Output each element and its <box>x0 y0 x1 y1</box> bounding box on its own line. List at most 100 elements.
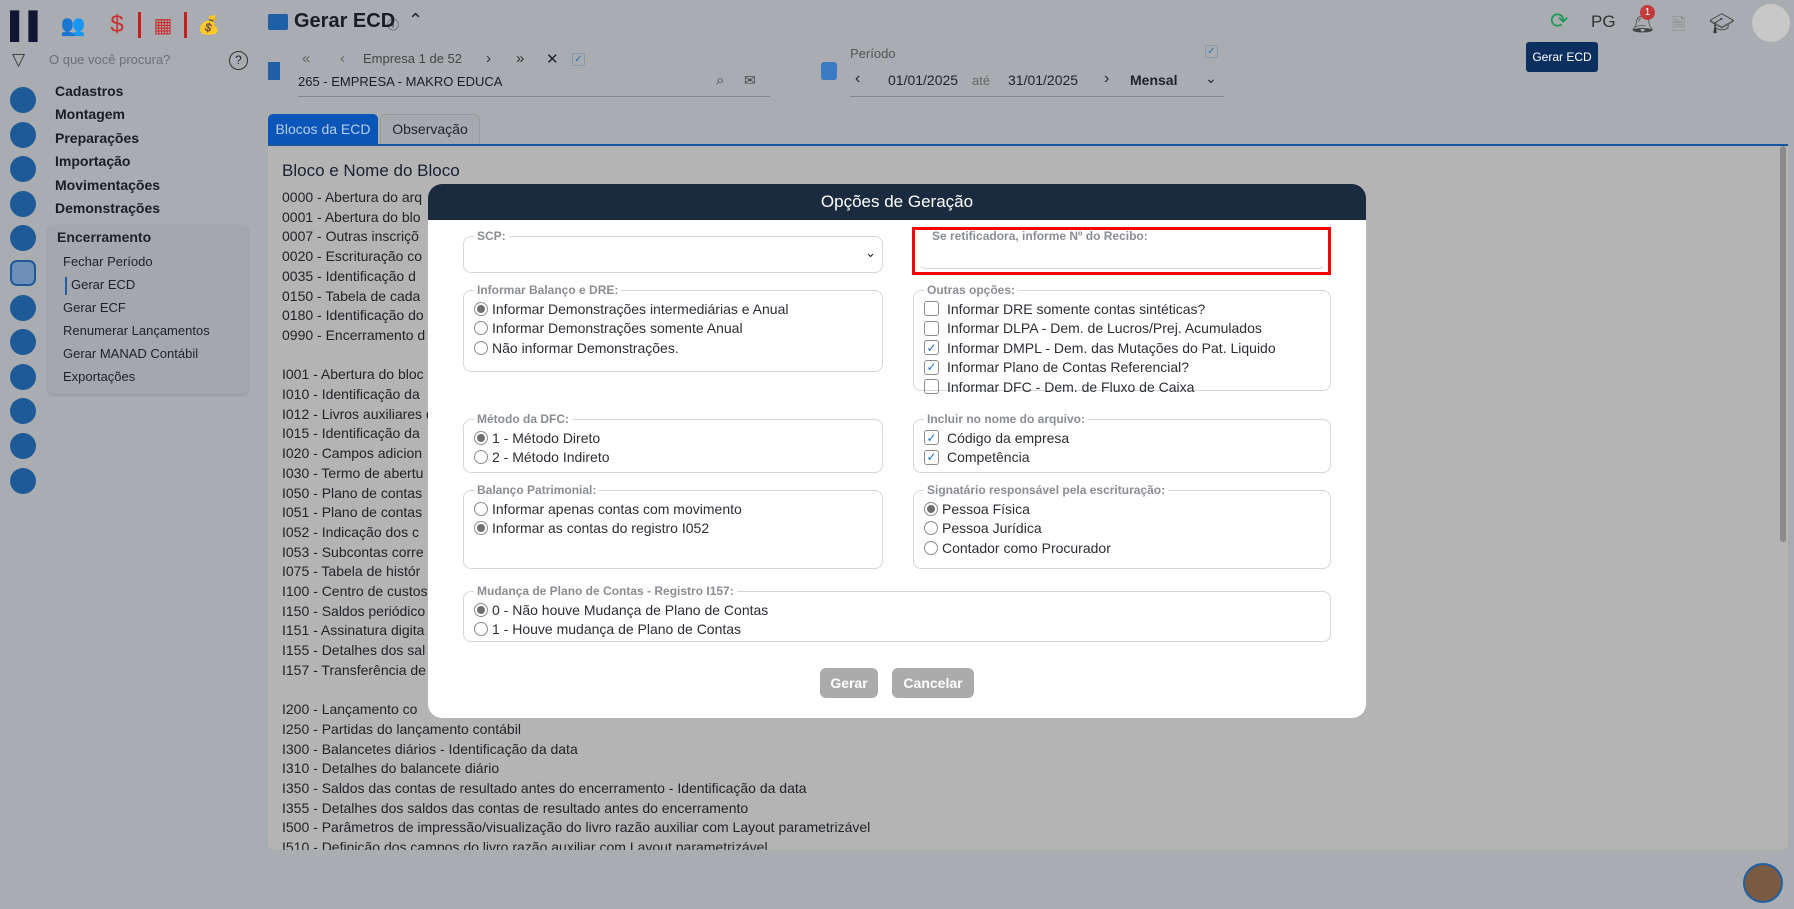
mudanca-option[interactable]: 0 - Não houve Mudança de Plano de Contas <box>474 600 1320 620</box>
network-icon[interactable] <box>10 329 36 356</box>
empresa-next-button[interactable]: › <box>486 50 491 67</box>
handshake-icon[interactable] <box>10 121 36 148</box>
checkbox-checked[interactable]: ✓ <box>924 449 939 465</box>
radio[interactable] <box>474 340 488 355</box>
mudanca-option[interactable]: 1 - Houve mudança de Plano de Contas <box>474 620 1320 640</box>
recibo-input[interactable] <box>929 245 1315 263</box>
menu-item[interactable]: Montagem <box>55 106 125 122</box>
patrimonial-option[interactable]: Informar apenas contas com movimento <box>474 499 872 519</box>
arquivo-option[interactable]: ✓ Código da empresa <box>924 428 1320 448</box>
search-icon[interactable] <box>10 433 36 459</box>
radio-selected[interactable] <box>474 430 488 445</box>
periodo-end[interactable]: 31/01/2025 <box>1008 72 1078 88</box>
checkbox-checked[interactable]: ✓ <box>924 359 939 375</box>
checkbox[interactable] <box>924 320 939 336</box>
balanco_dre-option[interactable]: Informar Demonstrações somente Anual <box>474 319 872 339</box>
scrollbar[interactable] <box>1780 146 1786 542</box>
tab-blocos[interactable]: Blocos da ECD <box>268 114 378 145</box>
dollar-circle-icon[interactable] <box>10 225 36 252</box>
mail-icon[interactable]: ✉ <box>744 72 756 89</box>
outras-option[interactable]: ✓ Informar Plano de Contas Referencial? <box>924 358 1320 378</box>
menu-item[interactable]: Importação <box>55 153 130 169</box>
search-input[interactable]: O que você procura? <box>49 52 170 67</box>
radio-selected[interactable] <box>474 521 488 536</box>
cancelar-button[interactable]: Cancelar <box>892 668 974 698</box>
periodo-next-button[interactable]: › <box>1104 70 1109 88</box>
outras-option[interactable]: Informar DRE somente contas sintéticas? <box>924 299 1320 319</box>
radio-selected[interactable] <box>474 602 488 617</box>
close-icon[interactable]: ✕ <box>546 50 559 68</box>
menu-item[interactable]: Preparações <box>55 130 139 146</box>
app-logo[interactable]: ▌▌ <box>10 10 47 41</box>
search-icon[interactable]: ⌕ <box>716 72 724 89</box>
submenu-item[interactable]: Gerar ECD <box>71 277 135 292</box>
signatario-option[interactable]: Pessoa Física <box>924 499 1320 519</box>
empresa-first-button[interactable]: « <box>302 50 310 67</box>
assistant-avatar[interactable] <box>1743 863 1783 903</box>
empresa-checkbox[interactable]: ✓ <box>572 53 585 66</box>
radio[interactable] <box>474 321 488 336</box>
radio-selected[interactable] <box>474 301 488 316</box>
home-icon[interactable] <box>10 467 36 494</box>
avatar[interactable] <box>1752 4 1790 42</box>
info-icon[interactable]: ⓘ <box>387 16 399 33</box>
signatario-option[interactable]: Pessoa Jurídica <box>924 519 1320 539</box>
refresh-icon[interactable]: ⟳ <box>1550 8 1568 34</box>
people-icon[interactable] <box>10 190 36 217</box>
menu-item[interactable]: Cadastros <box>55 83 123 99</box>
outras-option[interactable]: Informar DLPA - Dem. de Lucros/Prej. Acu… <box>924 319 1320 339</box>
chevron-up-icon[interactable]: ⌃ <box>408 10 423 31</box>
submenu-item[interactable]: Gerar MANAD Contábil <box>63 346 198 361</box>
balanco_dre-option[interactable]: Não informar Demonstrações. <box>474 338 872 358</box>
radio[interactable] <box>474 501 488 516</box>
radio[interactable] <box>924 540 938 555</box>
user-gear-icon[interactable] <box>10 87 36 113</box>
menu-item[interactable]: Movimentações <box>55 177 160 193</box>
radio[interactable] <box>474 622 488 637</box>
balanco_dre-option[interactable]: Informar Demonstrações intermediárias e … <box>474 299 872 319</box>
tab-observacao[interactable]: Observação <box>380 114 480 145</box>
dfc-option[interactable]: 2 - Método Indireto <box>474 448 872 468</box>
submenu-item[interactable]: Gerar ECF <box>63 300 126 315</box>
periodo-type-select[interactable]: Mensal <box>1130 72 1177 88</box>
periodo-prev-button[interactable]: ‹ <box>855 70 860 88</box>
filter-icon[interactable]: ▽ <box>12 50 25 70</box>
outras-option[interactable]: ✓ Informar DMPL - Dem. das Mutações do Pa… <box>924 338 1320 358</box>
help-icon[interactable]: ? <box>229 51 248 70</box>
outras-option[interactable]: Informar DFC - Dem. de Fluxo de Caixa <box>924 377 1320 397</box>
calculator-icon[interactable]: ▦ <box>150 12 176 38</box>
chevron-down-icon[interactable]: ⌄ <box>1205 70 1217 87</box>
checkbox[interactable] <box>924 379 939 395</box>
empresa-prev-button[interactable]: ‹ <box>340 50 345 67</box>
periodo-checkbox[interactable]: ✓ <box>1205 45 1218 58</box>
checkbox[interactable] <box>924 301 939 317</box>
clock-icon[interactable] <box>10 156 36 183</box>
radio[interactable] <box>474 450 488 465</box>
layers-icon[interactable] <box>10 398 36 425</box>
patrimonial-option[interactable]: Informar as contas do registro I052 <box>474 519 872 539</box>
report-search-icon[interactable]: 🗎 <box>1672 12 1686 41</box>
chart-arrow-icon[interactable] <box>10 294 36 321</box>
empresa-field[interactable]: 265 - EMPRESA - MAKRO EDUCA <box>298 74 502 89</box>
submenu-item[interactable]: Fechar Período <box>63 254 153 269</box>
empresa-last-button[interactable]: » <box>516 50 524 67</box>
submenu-item[interactable]: Renumerar Lançamentos <box>63 323 210 338</box>
checkbox-checked[interactable]: ✓ <box>924 430 939 446</box>
calculator-icon[interactable] <box>10 260 36 286</box>
users-icon[interactable]: 👥 <box>60 12 86 38</box>
arquivo-option[interactable]: ✓ Competência <box>924 448 1320 468</box>
dfc-option[interactable]: 1 - Método Direto <box>474 428 872 448</box>
graduation-cap-icon[interactable]: 🎓︎ <box>1709 11 1734 36</box>
checkbox-checked[interactable]: ✓ <box>924 340 939 356</box>
gerar-button[interactable]: Gerar <box>820 668 878 698</box>
company-initials[interactable]: PG <box>1591 12 1616 32</box>
scp-select[interactable]: ⌄ <box>474 245 876 267</box>
menu-item[interactable]: Demonstrações <box>55 200 160 216</box>
submenu-item[interactable]: Exportações <box>63 369 135 384</box>
money-bag-icon[interactable]: 💰 <box>196 12 222 38</box>
signatario-option[interactable]: Contador como Procurador <box>924 538 1320 558</box>
money-bag-icon[interactable] <box>10 363 36 390</box>
radio-selected[interactable] <box>924 501 938 516</box>
periodo-start[interactable]: 01/01/2025 <box>888 72 958 88</box>
dollar-icon[interactable]: $ <box>104 11 130 38</box>
